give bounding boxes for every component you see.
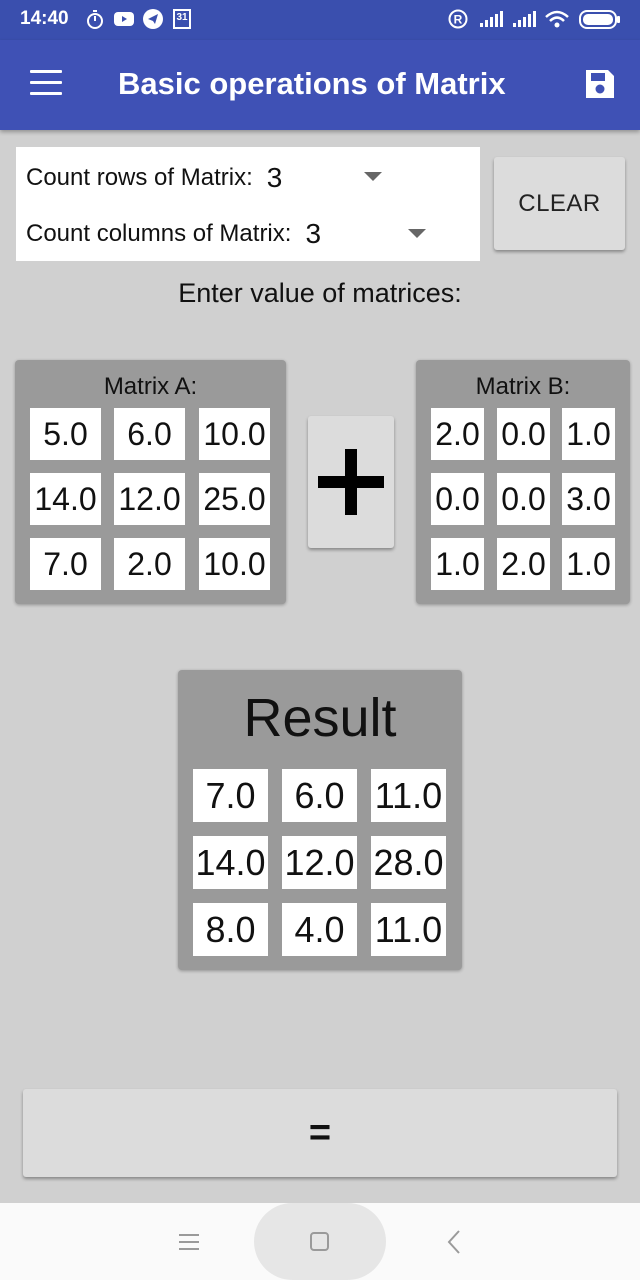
result-panel: Result 7.0 6.0 11.0 14.0 12.0 28.0 8.0 4… <box>178 670 462 970</box>
status-time: 14:40 <box>20 8 69 29</box>
matrix-a-title: Matrix A: <box>103 373 198 400</box>
matrix-a-panel: Matrix A: 5.0 6.0 10.0 14.0 12.0 25.0 7.… <box>15 360 286 604</box>
svg-text:R: R <box>454 13 463 27</box>
matrix-b-cell[interactable]: 0.0 <box>431 473 484 525</box>
matrix-b-cell[interactable]: 0.0 <box>497 408 550 460</box>
recents-menu-icon[interactable] <box>178 1232 200 1252</box>
matrix-b-cell[interactable]: 1.0 <box>431 538 484 590</box>
rows-label: Count rows of Matrix: <box>26 164 253 191</box>
matrix-a-cell[interactable]: 7.0 <box>30 538 101 590</box>
matrix-b-cell[interactable]: 3.0 <box>562 473 615 525</box>
matrix-a-cell[interactable]: 6.0 <box>114 408 185 460</box>
equals-button[interactable]: = <box>23 1089 617 1177</box>
columns-spinner[interactable]: Count columns of Matrix: 3 <box>26 214 321 254</box>
matrix-b-cell[interactable]: 1.0 <box>562 408 615 460</box>
operation-plus-button[interactable] <box>308 416 394 548</box>
page-title: Basic operations of Matrix <box>118 66 506 101</box>
rows-value: 3 <box>266 162 283 193</box>
matrix-b-cell[interactable]: 2.0 <box>497 538 550 590</box>
signal-icon <box>480 11 503 27</box>
hamburger-menu-icon[interactable] <box>30 70 62 96</box>
dimension-panel: Count rows of Matrix: 3 Count columns of… <box>16 147 480 261</box>
home-square-icon[interactable] <box>309 1231 331 1253</box>
battery-icon <box>579 10 620 29</box>
matrix-a-cell[interactable]: 12.0 <box>114 473 185 525</box>
result-cell: 11.0 <box>371 903 446 956</box>
matrix-a-cell[interactable]: 5.0 <box>30 408 101 460</box>
result-cell: 28.0 <box>371 836 446 889</box>
clear-button[interactable]: CLEAR <box>494 157 625 250</box>
calendar-icon: 31 <box>173 9 191 29</box>
registered-icon: R <box>448 9 468 29</box>
result-cell: 4.0 <box>282 903 357 956</box>
result-cell: 14.0 <box>193 836 268 889</box>
result-cell: 7.0 <box>193 769 268 822</box>
matrix-b-cell[interactable]: 1.0 <box>562 538 615 590</box>
matrix-a-cell[interactable]: 2.0 <box>114 538 185 590</box>
navigation-bar <box>0 1203 640 1280</box>
back-chevron-icon[interactable] <box>444 1229 464 1255</box>
result-cell: 6.0 <box>282 769 357 822</box>
telegram-icon <box>143 9 163 29</box>
matrix-a-cell[interactable]: 14.0 <box>30 473 101 525</box>
columns-value: 3 <box>305 218 322 249</box>
result-cell: 12.0 <box>282 836 357 889</box>
matrix-b-title: Matrix B: <box>475 373 571 400</box>
rows-dropdown-icon[interactable] <box>364 172 382 181</box>
columns-dropdown-icon[interactable] <box>408 229 426 238</box>
result-cell: 11.0 <box>371 769 446 822</box>
result-cell: 8.0 <box>193 903 268 956</box>
floppy-save-icon[interactable] <box>584 68 616 100</box>
matrix-a-cell[interactable]: 10.0 <box>199 408 270 460</box>
youtube-icon <box>114 12 134 26</box>
signal-icon <box>513 11 536 27</box>
instruction-text: Enter value of matrices: <box>178 278 462 308</box>
matrix-b-panel: Matrix B: 2.0 0.0 1.0 0.0 0.0 3.0 1.0 2.… <box>416 360 630 604</box>
calendar-day: 31 <box>176 12 188 23</box>
result-title: Result <box>243 688 397 748</box>
matrix-b-cell[interactable]: 0.0 <box>497 473 550 525</box>
matrix-b-cell[interactable]: 2.0 <box>431 408 484 460</box>
rows-spinner[interactable]: Count rows of Matrix: 3 <box>26 158 282 198</box>
stopwatch-icon <box>87 10 103 29</box>
wifi-icon <box>545 10 569 28</box>
status-bar: 14:40 31 R <box>0 0 640 40</box>
matrix-a-cell[interactable]: 25.0 <box>199 473 270 525</box>
app-bar: Basic operations of Matrix <box>0 40 640 130</box>
matrix-a-cell[interactable]: 10.0 <box>199 538 270 590</box>
columns-label: Count columns of Matrix: <box>26 220 292 247</box>
